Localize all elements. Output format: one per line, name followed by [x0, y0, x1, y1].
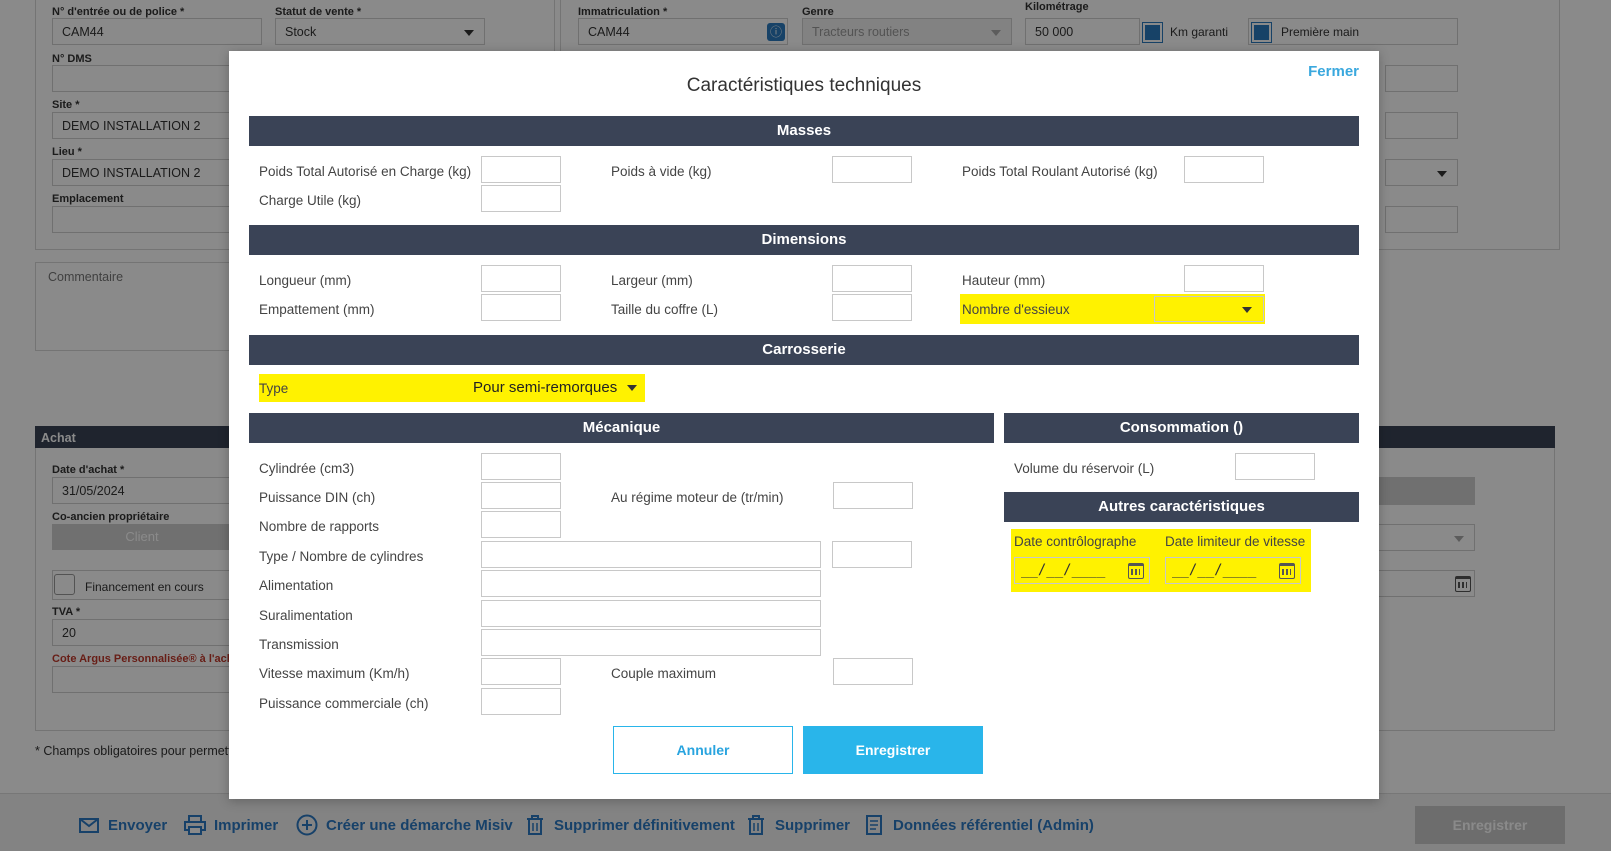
date-limiteur-label: Date limiteur de vitesse	[1165, 534, 1306, 549]
cylindree-input[interactable]	[481, 453, 561, 480]
hauteur-input[interactable]	[1184, 265, 1264, 292]
volume-reservoir-input[interactable]	[1235, 453, 1315, 480]
couple-max-label: Couple maximum	[611, 666, 717, 681]
empattement-input[interactable]	[481, 294, 561, 321]
suralimentation-input[interactable]	[481, 600, 821, 627]
vitesse-max-input[interactable]	[481, 658, 561, 685]
cancel-button[interactable]: Annuler	[613, 726, 793, 774]
rapports-input[interactable]	[481, 511, 561, 538]
longueur-input[interactable]	[481, 265, 561, 292]
poids-vide-input[interactable]	[832, 156, 912, 183]
puissance-commerciale-input[interactable]	[481, 688, 561, 715]
charge-utile-input[interactable]	[481, 185, 561, 212]
type-label: Type	[259, 381, 289, 396]
regime-input[interactable]	[833, 482, 913, 509]
ptac-label: Poids Total Autorisé en Charge (kg)	[259, 164, 472, 179]
nombre-essieux-label: Nombre d'essieux	[962, 302, 1070, 317]
save-button[interactable]: Enregistrer	[803, 726, 983, 774]
longueur-label: Longueur (mm)	[259, 273, 352, 288]
suralimentation-label: Suralimentation	[259, 608, 353, 623]
ptac-input[interactable]	[481, 156, 561, 183]
consommation-section-header: Consommation ()	[1004, 413, 1359, 443]
modal-title: Caractéristiques techniques	[686, 75, 922, 96]
date-chrono-label: Date contrôlographe	[1014, 534, 1137, 549]
calendar-icon[interactable]	[1128, 563, 1144, 579]
alimentation-input[interactable]	[481, 570, 821, 597]
vitesse-max-label: Vitesse maximum (Km/h)	[259, 666, 410, 681]
masses-section-header: Masses	[249, 116, 1359, 146]
nombre-cylindres-input[interactable]	[832, 541, 912, 568]
puissance-commerciale-label: Puissance commerciale (ch)	[259, 696, 429, 711]
type-cylindres-label: Type / Nombre de cylindres	[259, 549, 424, 564]
poids-vide-label: Poids à vide (kg)	[611, 164, 712, 179]
volume-reservoir-label: Volume du réservoir (L)	[1014, 461, 1155, 476]
rapports-label: Nombre de rapports	[259, 519, 380, 534]
charge-utile-label: Charge Utile (kg)	[259, 193, 362, 208]
ptra-input[interactable]	[1184, 156, 1264, 183]
puissance-din-input[interactable]	[481, 482, 561, 509]
calendar-icon[interactable]	[1279, 563, 1295, 579]
type-select[interactable]: Pour semi-remorques	[465, 379, 638, 396]
couple-max-input[interactable]	[833, 658, 913, 685]
transmission-label: Transmission	[259, 637, 339, 652]
autres-section-header: Autres caractéristiques	[1004, 492, 1359, 522]
chevron-down-icon	[1242, 307, 1252, 313]
carrosserie-section-header: Carrosserie	[249, 335, 1359, 365]
dimensions-section-header: Dimensions	[249, 225, 1359, 255]
technical-characteristics-modal: Caractéristiques techniques Fermer Masse…	[229, 51, 1379, 799]
mecanique-section-header: Mécanique	[249, 413, 994, 443]
close-button[interactable]: Fermer	[1308, 63, 1359, 80]
regime-label: Au régime moteur de (tr/min)	[611, 490, 784, 505]
largeur-input[interactable]	[832, 265, 912, 292]
hauteur-label: Hauteur (mm)	[962, 273, 1046, 288]
alimentation-label: Alimentation	[259, 578, 334, 593]
transmission-input[interactable]	[481, 629, 821, 656]
taille-coffre-input[interactable]	[832, 294, 912, 321]
taille-coffre-label: Taille du coffre (L)	[611, 302, 719, 317]
cylindree-label: Cylindrée (cm3)	[259, 461, 355, 476]
chevron-down-icon	[627, 384, 638, 391]
nombre-essieux-select[interactable]	[1154, 296, 1264, 322]
empattement-label: Empattement (mm)	[259, 302, 375, 317]
puissance-din-label: Puissance DIN (ch)	[259, 490, 376, 505]
largeur-label: Largeur (mm)	[611, 273, 693, 288]
type-cylindres-input[interactable]	[481, 541, 821, 568]
ptra-label: Poids Total Roulant Autorisé (kg)	[962, 164, 1158, 179]
